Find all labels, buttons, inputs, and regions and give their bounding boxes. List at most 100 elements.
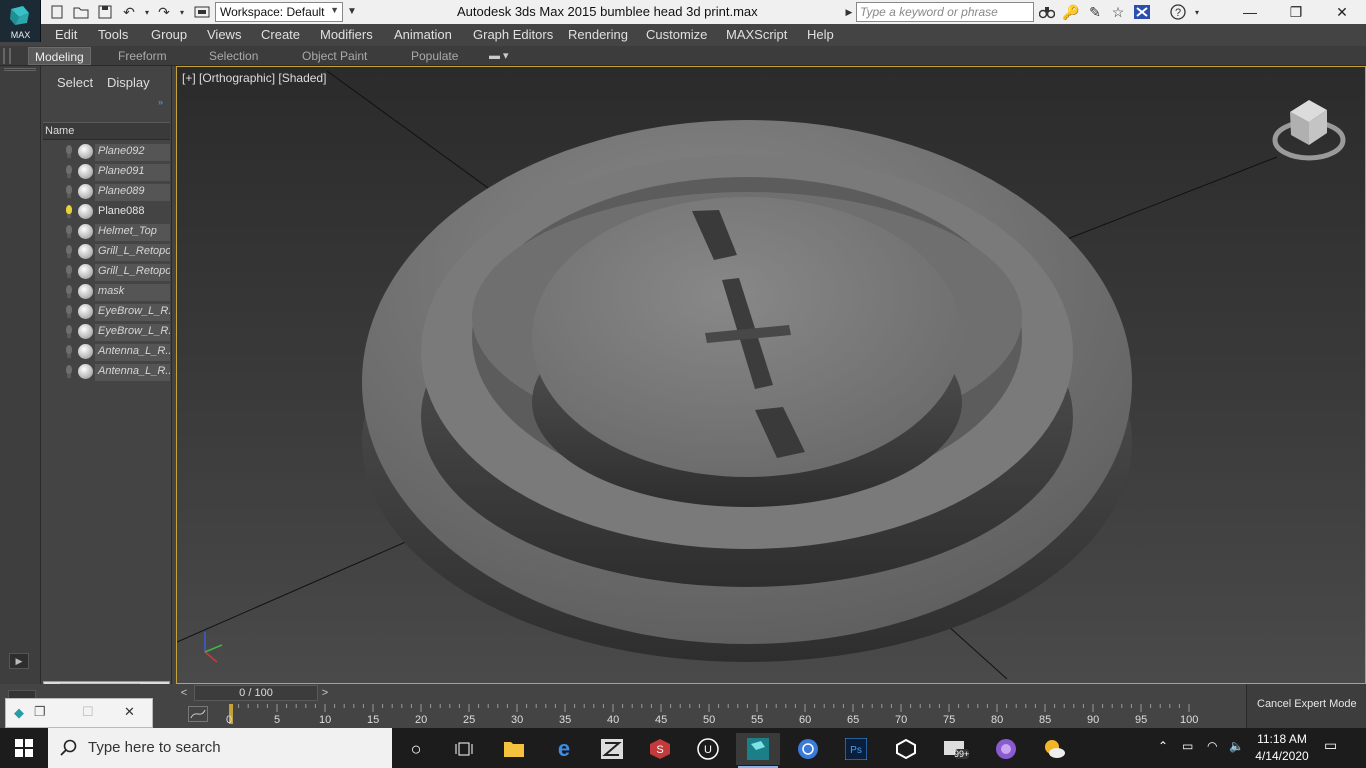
cortana-icon[interactable]: ○: [394, 733, 438, 765]
list-item[interactable]: Grill_L_Retopo: [43, 242, 170, 262]
wifi-icon[interactable]: ◠: [1207, 739, 1217, 753]
menu-rendering[interactable]: Rendering: [568, 27, 628, 42]
freeze-toggle-icon[interactable]: [78, 184, 93, 199]
menu-modifiers[interactable]: Modifiers: [320, 27, 373, 42]
taskbar-search-box[interactable]: Type here to search: [48, 728, 392, 768]
viewport-label[interactable]: [+] [Orthographic] [Shaded]: [182, 71, 326, 85]
file-explorer-icon[interactable]: [492, 733, 536, 765]
freeze-toggle-icon[interactable]: [78, 344, 93, 359]
list-item[interactable]: Plane092: [43, 142, 170, 162]
freeze-toggle-icon[interactable]: [78, 364, 93, 379]
edge-browser-icon[interactable]: e: [542, 733, 586, 765]
list-item[interactable]: Antenna_L_R...: [43, 342, 170, 362]
notifications-icon[interactable]: ▭: [1324, 737, 1337, 754]
tab-populate[interactable]: Populate: [405, 47, 464, 65]
list-item[interactable]: Plane091: [43, 162, 170, 182]
menu-customize[interactable]: Customize: [646, 27, 707, 42]
menu-help[interactable]: Help: [807, 27, 834, 42]
substance-painter-icon[interactable]: S: [638, 733, 682, 765]
list-item[interactable]: mask: [43, 282, 170, 302]
freeze-toggle-icon[interactable]: [78, 304, 93, 319]
project-folder-icon[interactable]: [193, 3, 211, 21]
more-options-icon[interactable]: »: [158, 97, 163, 107]
list-item[interactable]: Helmet_Top: [43, 222, 170, 242]
light-bulb-icon[interactable]: [63, 225, 72, 239]
time-next-icon[interactable]: >: [318, 685, 332, 701]
help-dropdown-icon[interactable]: ▾: [1187, 3, 1207, 21]
expand-panel-icon[interactable]: ▶: [9, 653, 29, 669]
subscription-icon[interactable]: 🔑: [1061, 3, 1081, 21]
restore-mini-icon[interactable]: ❐: [34, 704, 46, 720]
globe-app-icon[interactable]: [786, 733, 830, 765]
light-bulb-icon[interactable]: [63, 245, 72, 259]
undo-icon[interactable]: ↶: [120, 3, 138, 21]
save-icon[interactable]: [96, 3, 114, 21]
light-bulb-icon[interactable]: [63, 345, 72, 359]
binoculars-icon[interactable]: [1037, 3, 1057, 21]
freeze-toggle-icon[interactable]: [78, 244, 93, 259]
light-bulb-icon[interactable]: [63, 145, 72, 159]
cancel-expert-mode-button[interactable]: Cancel Expert Mode: [1246, 684, 1366, 728]
track-bar[interactable]: 0 5 10 15 20 25 30 35 40 45 50 55 60 65 70 75 80 85 90 95 10…: [226, 704, 1241, 726]
search-expand-icon[interactable]: ▶: [843, 2, 855, 22]
new-scene-icon[interactable]: [48, 3, 66, 21]
light-bulb-icon[interactable]: [63, 305, 72, 319]
list-item[interactable]: EyeBrow_L_R...: [43, 322, 170, 342]
help-icon[interactable]: ?: [1168, 3, 1188, 21]
redo-icon[interactable]: ↷: [155, 3, 173, 21]
explorer-tab-select[interactable]: Select: [57, 75, 93, 90]
menu-graph-editors[interactable]: Graph Editors: [473, 27, 553, 42]
freeze-toggle-icon[interactable]: [78, 224, 93, 239]
light-bulb-icon[interactable]: [63, 205, 72, 219]
ribbon-grip-icon[interactable]: [3, 48, 11, 64]
battery-icon[interactable]: ▭: [1182, 739, 1193, 753]
list-item[interactable]: Plane089: [43, 182, 170, 202]
menu-views[interactable]: Views: [207, 27, 241, 42]
time-prev-icon[interactable]: <: [177, 685, 191, 701]
name-column-header[interactable]: Name: [43, 122, 170, 140]
viewport-orthographic[interactable]: [+] [Orthographic] [Shaded]: [176, 66, 1366, 684]
unreal-engine-icon[interactable]: U: [686, 733, 730, 765]
light-bulb-icon[interactable]: [63, 285, 72, 299]
freeze-toggle-icon[interactable]: [78, 204, 93, 219]
task-view-icon[interactable]: [442, 733, 486, 765]
list-item[interactable]: EyeBrow_L_R...: [43, 302, 170, 322]
light-bulb-icon[interactable]: [63, 365, 72, 379]
weather-app-icon[interactable]: [1032, 733, 1076, 765]
light-bulb-icon[interactable]: [63, 325, 72, 339]
unity-icon[interactable]: [884, 733, 928, 765]
open-folder-icon[interactable]: [72, 3, 90, 21]
app-menu-button[interactable]: MAX: [0, 0, 41, 42]
light-bulb-icon[interactable]: [63, 185, 72, 199]
light-bulb-icon[interactable]: [63, 165, 72, 179]
freeze-toggle-icon[interactable]: [78, 164, 93, 179]
communication-icon[interactable]: ✎: [1085, 3, 1105, 21]
freeze-toggle-icon[interactable]: [78, 284, 93, 299]
restore-icon[interactable]: ❐: [1273, 0, 1319, 24]
tab-object-paint[interactable]: Object Paint: [296, 47, 373, 65]
menu-maxscript[interactable]: MAXScript: [726, 27, 787, 42]
menu-animation[interactable]: Animation: [394, 27, 452, 42]
freeze-toggle-icon[interactable]: [78, 324, 93, 339]
freeze-toggle-icon[interactable]: [78, 264, 93, 279]
favorites-star-icon[interactable]: ☆: [1108, 3, 1128, 21]
curve-editor-icon[interactable]: [188, 706, 208, 722]
menu-edit[interactable]: Edit: [55, 27, 77, 42]
swirl-app-icon[interactable]: [984, 733, 1028, 765]
maximize-mini-icon[interactable]: ☐: [82, 704, 94, 720]
time-slider[interactable]: 0 / 100: [194, 685, 318, 701]
list-item[interactable]: Plane088: [43, 202, 170, 222]
zbrush-icon[interactable]: [590, 733, 634, 765]
redo-dropdown-icon[interactable]: ▾: [173, 3, 191, 21]
menu-tools[interactable]: Tools: [98, 27, 128, 42]
undo-dropdown-icon[interactable]: ▾: [138, 3, 156, 21]
close-mini-icon[interactable]: ✕: [124, 704, 135, 720]
3ds-max-taskbar-icon[interactable]: [736, 733, 780, 768]
workspace-menu-icon[interactable]: ▼: [345, 2, 359, 22]
light-bulb-icon[interactable]: [63, 265, 72, 279]
strip-grip-icon[interactable]: [4, 68, 36, 71]
minimized-window-bar[interactable]: ◆ ❐ ☐ ✕: [5, 698, 153, 728]
explorer-tab-display[interactable]: Display: [107, 75, 150, 90]
start-button[interactable]: [0, 728, 48, 768]
list-item[interactable]: Antenna_L_R...: [43, 362, 170, 382]
